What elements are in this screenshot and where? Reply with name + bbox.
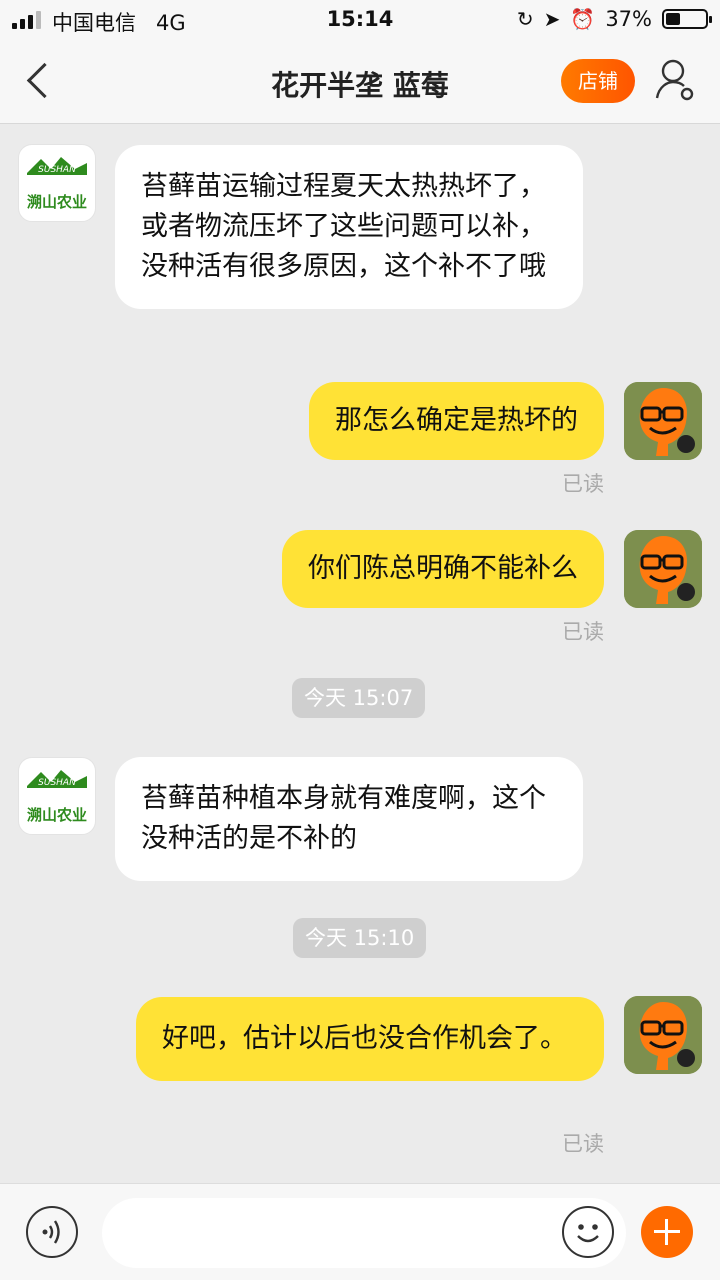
location-icon: ➤ xyxy=(543,7,561,31)
shop-logo-text: 溯山农业 xyxy=(26,806,87,824)
profile-settings-icon[interactable] xyxy=(654,58,696,102)
status-right: ↻ ➤ ⏰ 37% xyxy=(516,7,712,31)
message-bubble-outgoing[interactable]: 那怎么确定是热坏的 xyxy=(309,382,604,460)
orientation-lock-icon: ↻ xyxy=(516,7,534,31)
message-input[interactable] xyxy=(102,1198,626,1268)
header: 花开半垄 蓝莓 店铺 xyxy=(0,40,720,124)
shop-button[interactable]: 店铺 xyxy=(561,59,635,103)
plus-icon[interactable] xyxy=(641,1206,693,1258)
message-bubble-outgoing[interactable]: 你们陈总明确不能补么 xyxy=(282,530,604,608)
message-text: 苔藓苗运输过程夏天太热热坏了，或者物流压坏了这些问题可以补，没种活有很多原因，这… xyxy=(141,171,546,282)
read-status: 已读 xyxy=(562,472,604,496)
shop-logo-mark-text: SUSHAN xyxy=(38,165,76,175)
message-text: 好吧，估计以后也没合作机会了。 xyxy=(162,1023,567,1054)
shop-logo-text: 溯山农业 xyxy=(26,193,87,211)
message-bubble-outgoing[interactable]: 好吧，估计以后也没合作机会了。 xyxy=(136,997,604,1081)
user-avatar[interactable] xyxy=(624,382,702,460)
timestamp-chip: 今天 15:07 xyxy=(292,678,426,718)
shop-avatar[interactable]: SUSHAN 溯山农业 xyxy=(18,144,96,222)
read-status: 已读 xyxy=(562,620,604,644)
message-text: 那怎么确定是热坏的 xyxy=(335,405,578,436)
shop-logo-mark: SUSHAN xyxy=(27,770,87,788)
message-bubble-incoming[interactable]: 苔藓苗运输过程夏天太热热坏了，或者物流压坏了这些问题可以补，没种活有很多原因，这… xyxy=(115,145,583,309)
shop-logo-mark: SUSHAN xyxy=(27,157,87,175)
message-bubble-incoming[interactable]: 苔藓苗种植本身就有难度啊，这个没种活的是不补的 xyxy=(115,757,583,881)
status-bar: 中国电信 4G 15:14 ↻ ➤ ⏰ 37% xyxy=(0,0,720,40)
read-status: 已读 xyxy=(562,1132,604,1156)
message-text: 你们陈总明确不能补么 xyxy=(308,553,578,584)
alarm-icon: ⏰ xyxy=(570,7,596,31)
battery-fill xyxy=(666,13,681,25)
input-bar xyxy=(0,1183,720,1280)
emoji-icon[interactable] xyxy=(562,1206,614,1258)
battery-icon xyxy=(662,9,712,29)
smiley-face-icon xyxy=(577,1224,599,1243)
voice-icon[interactable] xyxy=(26,1206,78,1258)
message-text: 苔藓苗种植本身就有难度啊，这个没种活的是不补的 xyxy=(141,783,546,854)
voice-waves-icon xyxy=(42,1220,60,1244)
user-avatar[interactable] xyxy=(624,530,702,608)
user-avatar[interactable] xyxy=(624,996,702,1074)
shop-avatar[interactable]: SUSHAN 溯山农业 xyxy=(18,757,96,835)
shop-logo-mark-text: SUSHAN xyxy=(38,778,76,788)
timestamp-chip: 今天 15:10 xyxy=(293,918,427,958)
mascot-avatar-icon xyxy=(624,530,702,608)
mascot-avatar-icon xyxy=(624,382,702,460)
battery-percent: 37% xyxy=(605,7,652,31)
mascot-avatar-icon xyxy=(624,996,702,1074)
